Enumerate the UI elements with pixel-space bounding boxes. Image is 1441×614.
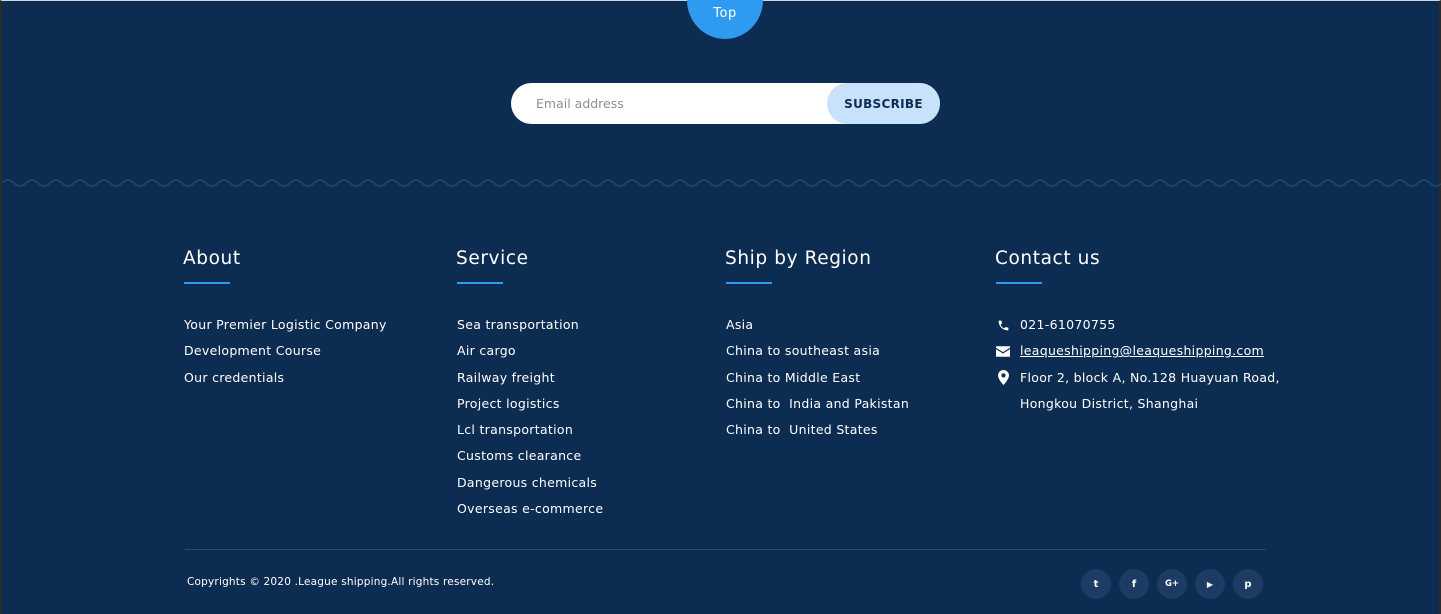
service-title-underline [457,282,503,284]
about-link-item: Development Course [184,338,387,364]
region-link-item: China to southeast asia [726,338,909,364]
service-link-item: Air cargo [457,338,603,364]
footer-page: Top SUBSCRIBE About Your Premier Logisti… [0,0,1441,614]
region-link-item: China to United States [726,417,909,443]
envelope-icon [996,344,1010,358]
facebook-icon[interactable]: f [1119,569,1149,599]
region-title-underline [726,282,772,284]
map-pin-icon [996,370,1010,386]
service-links: Sea transportation Air cargo Railway fre… [456,312,603,522]
region-link-item: China to Middle East [726,365,909,391]
contact-list: 021-61070755 leaqueshipping@leaqueshippi… [995,312,1280,417]
service-link[interactable]: Overseas e-commerce [457,501,603,516]
region-link[interactable]: China to Middle East [726,370,860,385]
contact-address-line2: Hongkou District, Shanghai [1020,395,1199,411]
wave-divider [2,179,1441,187]
service-title: Service [456,248,529,269]
about-link-item: Your Premier Logistic Company [184,312,387,338]
contact-address-line1: Floor 2, block A, No.128 Huayuan Road, [1020,369,1280,385]
about-link-item: Our credentials [184,365,387,391]
service-link-item: Dangerous chemicals [457,470,603,496]
service-link[interactable]: Lcl transportation [457,422,573,437]
about-column: About Your Premier Logistic Company Deve… [183,247,387,391]
service-link-item: Overseas e-commerce [457,496,603,522]
service-link-item: Customs clearance [457,443,603,469]
pinterest-icon[interactable]: p [1233,569,1263,599]
about-link[interactable]: Development Course [184,343,321,358]
google-plus-icon[interactable]: G+ [1157,569,1187,599]
service-link-item: Sea transportation [457,312,603,338]
contact-email-item: leaqueshipping@leaqueshipping.com [996,338,1280,364]
service-link[interactable]: Dangerous chemicals [457,475,597,490]
region-link-item: Asia [726,312,909,338]
service-link[interactable]: Air cargo [457,343,516,358]
service-link-item: Railway freight [457,365,603,391]
region-links: Asia China to southeast asia China to Mi… [725,312,909,443]
about-links: Your Premier Logistic Company Developmen… [183,312,387,391]
service-link-item: Lcl transportation [457,417,603,443]
contact-phone: 021-61070755 [1020,317,1116,332]
region-link[interactable]: China to India and Pakistan [726,396,909,411]
about-title-underline [184,282,230,284]
footer-divider [185,549,1266,550]
contact-column: Contact us 021-61070755 leaqueshipping@l… [995,247,1280,417]
service-link[interactable]: Sea transportation [457,317,579,332]
region-link[interactable]: Asia [726,317,753,332]
service-column: Service Sea transportation Air cargo Rai… [456,247,603,522]
service-link[interactable]: Customs clearance [457,448,581,463]
back-to-top-button[interactable]: Top [687,0,763,39]
about-title: About [183,248,241,269]
copyright-text: Copyrights © 2020 .League shipping.All r… [187,576,495,588]
region-column: Ship by Region Asia China to southeast a… [725,247,909,443]
about-link[interactable]: Our credentials [184,370,284,385]
twitter-icon[interactable]: t [1081,569,1111,599]
contact-email-link[interactable]: leaqueshipping@leaqueshipping.com [1020,343,1264,358]
subscribe-form: SUBSCRIBE [511,83,940,124]
service-link[interactable]: Railway freight [457,370,555,385]
region-link-item: China to India and Pakistan [726,391,909,417]
region-link[interactable]: China to southeast asia [726,343,880,358]
social-links: t f G+ ▶ p [1081,569,1263,599]
email-input[interactable] [511,83,827,124]
subscribe-button[interactable]: SUBSCRIBE [827,83,940,124]
region-link[interactable]: China to United States [726,422,878,437]
region-title: Ship by Region [725,248,872,269]
contact-phone-item: 021-61070755 [996,312,1280,338]
contact-title: Contact us [995,248,1101,269]
about-link[interactable]: Your Premier Logistic Company [184,317,387,332]
phone-icon [996,318,1010,332]
contact-title-underline [996,282,1042,284]
service-link[interactable]: Project logistics [457,396,560,411]
contact-address-item: Hongkou District, Shanghai [996,391,1280,417]
contact-address-item: Floor 2, block A, No.128 Huayuan Road, [996,365,1280,391]
youtube-icon[interactable]: ▶ [1195,569,1225,599]
service-link-item: Project logistics [457,391,603,417]
